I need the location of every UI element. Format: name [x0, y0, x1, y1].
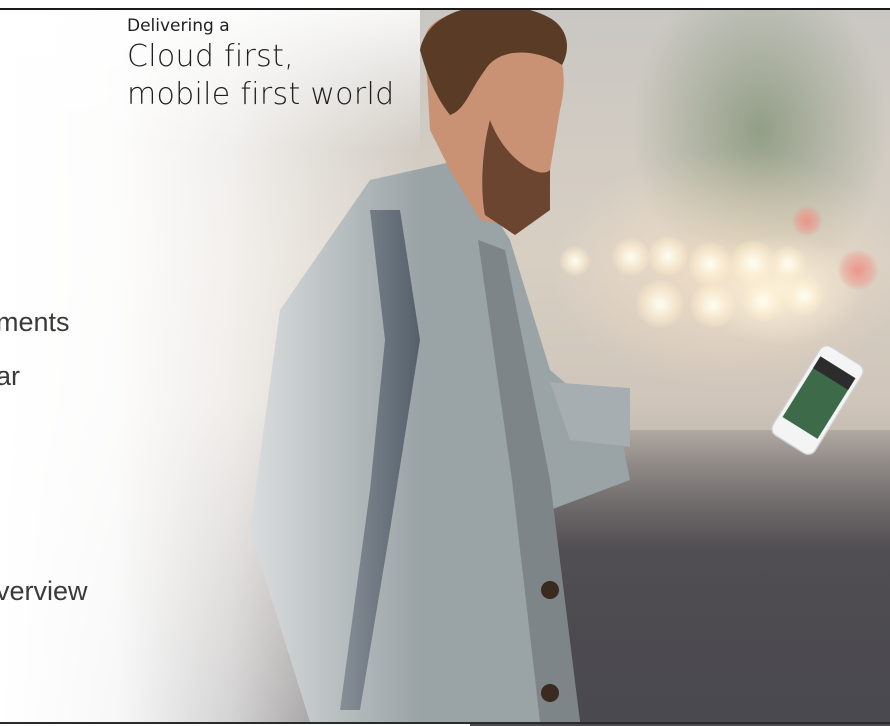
bokeh-light	[838, 250, 878, 290]
bokeh-light	[690, 282, 736, 328]
slide: Delivering a Cloud first, mobile first w…	[0, 0, 890, 726]
agenda-item: ments	[0, 307, 70, 337]
headline-kicker: Delivering a	[127, 16, 230, 36]
bokeh-light	[742, 280, 784, 322]
bottom-divider	[0, 722, 890, 724]
top-divider	[0, 8, 890, 10]
bokeh-light	[648, 236, 688, 276]
slide-headline: Delivering a Cloud first, mobile first w…	[127, 14, 394, 114]
bokeh-light	[792, 206, 822, 236]
bokeh-light	[784, 276, 824, 316]
headline-line-1: Cloud first,	[127, 39, 294, 74]
bokeh-light	[636, 280, 684, 328]
agenda-item: verview	[0, 576, 88, 606]
headline-line-2: mobile first world	[127, 77, 395, 112]
bokeh-light	[688, 242, 732, 286]
agenda-item: ar	[0, 361, 21, 391]
